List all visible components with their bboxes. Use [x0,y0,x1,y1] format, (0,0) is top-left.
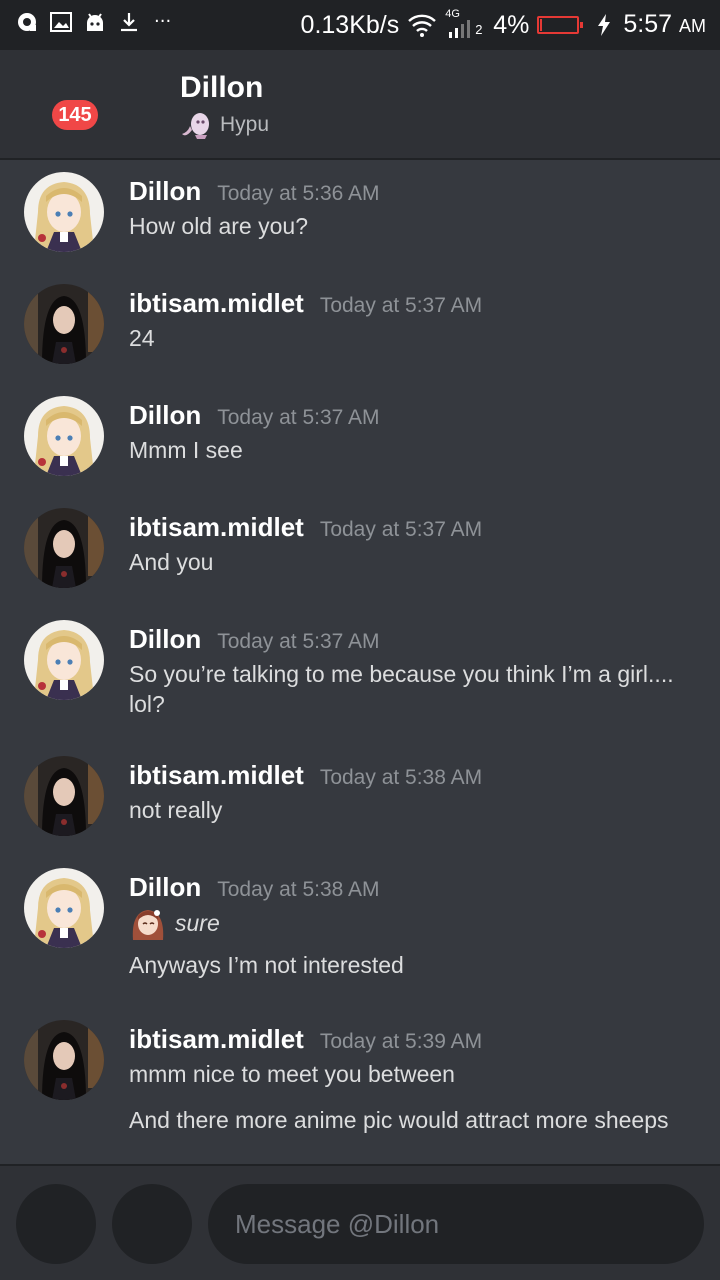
battery-fill [540,19,543,31]
message-text: Anyways I’m not interested [129,952,404,978]
message-emote-line: sure [129,906,220,940]
message-header: ibtisam.midlet Today at 5:38 AM [129,760,482,791]
more-icon: ··· [154,11,172,32]
message-text: Mmm I see [129,437,243,463]
message-header: Dillon Today at 5:38 AM [129,872,380,903]
battery-icon [537,16,584,34]
dm-title: Dillon [180,71,264,104]
anime-girl-emoji-icon [129,906,167,940]
message-text: How old are you? [129,213,308,239]
message-header: Dillon Today at 5:37 AM [129,400,380,431]
image-icon [50,11,72,33]
sync-icon [16,11,38,33]
signal-icon: 4G 2 [445,8,485,40]
message-author[interactable]: Dillon [129,872,201,903]
message-list[interactable]: Dillon Today at 5:36 AM How old are you?… [0,162,720,1162]
message-text: And you [129,549,214,575]
message-header: ibtisam.midlet Today at 5:37 AM [129,288,482,319]
message-text: mmm nice to meet you between [129,1061,455,1087]
message-text: lol? [129,691,165,717]
emoji-button[interactable] [112,1184,192,1264]
battery-percent: 4% [493,11,530,39]
avatar-ibtisam[interactable] [24,1020,104,1100]
unread-badge[interactable]: 145 [52,100,98,130]
message-timestamp: Today at 5:37 AM [217,406,380,429]
wifi-icon [407,14,437,37]
message-timestamp: Today at 5:38 AM [217,878,380,901]
message-timestamp: Today at 5:37 AM [217,630,380,653]
message-timestamp: Today at 5:37 AM [319,518,483,541]
status-emoji-icon [180,110,214,140]
message-header: ibtisam.midlet Today at 5:39 AM [129,1024,482,1055]
clock: 5:57 AM [623,8,706,42]
message-header: Dillon Today at 5:37 AM [129,624,380,655]
sim-number: 2 [475,22,483,37]
network-speed: 0.13Kb/s [300,11,400,39]
status-bar: ··· 0.13Kb/s 4G 2 4% 5:57 AM [0,0,720,50]
clock-time: 5:57 [623,10,673,38]
message-header: Dillon Today at 5:36 AM [129,176,380,207]
message-author[interactable]: ibtisam.midlet [129,288,304,319]
message-author[interactable]: ibtisam.midlet [129,1024,304,1055]
dm-status: Hypu [180,110,269,140]
message-author[interactable]: Dillon [129,400,201,431]
avatar-dillon[interactable] [24,396,104,476]
message-text: 24 [129,325,155,351]
avatar-ibtisam[interactable] [24,508,104,588]
download-icon [118,11,140,33]
message-text: And there more anime pic would attract m… [129,1107,669,1133]
message-input[interactable]: Message @Dillon [208,1184,704,1264]
avatar-dillon[interactable] [24,620,104,700]
message-text: So you’re talking to me because you thin… [129,661,674,687]
message-timestamp: Today at 5:37 AM [319,294,483,317]
android-icon [84,11,106,33]
message-timestamp: Today at 5:38 AM [319,766,483,789]
attach-button[interactable] [16,1184,96,1264]
message-composer: Message @Dillon [0,1164,720,1280]
avatar-dillon[interactable] [24,868,104,948]
message-emote-text: sure [175,910,220,936]
message-text: not really [129,797,223,823]
charging-icon [593,14,615,36]
message-input-placeholder: Message @Dillon [235,1208,440,1239]
message-header: ibtisam.midlet Today at 5:37 AM [129,512,482,543]
clock-ampm: AM [679,16,706,36]
avatar-dillon[interactable] [24,172,104,252]
avatar-ibtisam[interactable] [24,284,104,364]
message-author[interactable]: ibtisam.midlet [129,512,304,543]
message-author[interactable]: Dillon [129,176,201,207]
message-timestamp: Today at 5:39 AM [319,1030,483,1053]
dm-status-text: Hypu [220,113,270,136]
channel-header [0,50,720,160]
avatar-ibtisam[interactable] [24,756,104,836]
message-timestamp: Today at 5:36 AM [217,182,380,205]
message-author[interactable]: Dillon [129,624,201,655]
message-author[interactable]: ibtisam.midlet [129,760,304,791]
